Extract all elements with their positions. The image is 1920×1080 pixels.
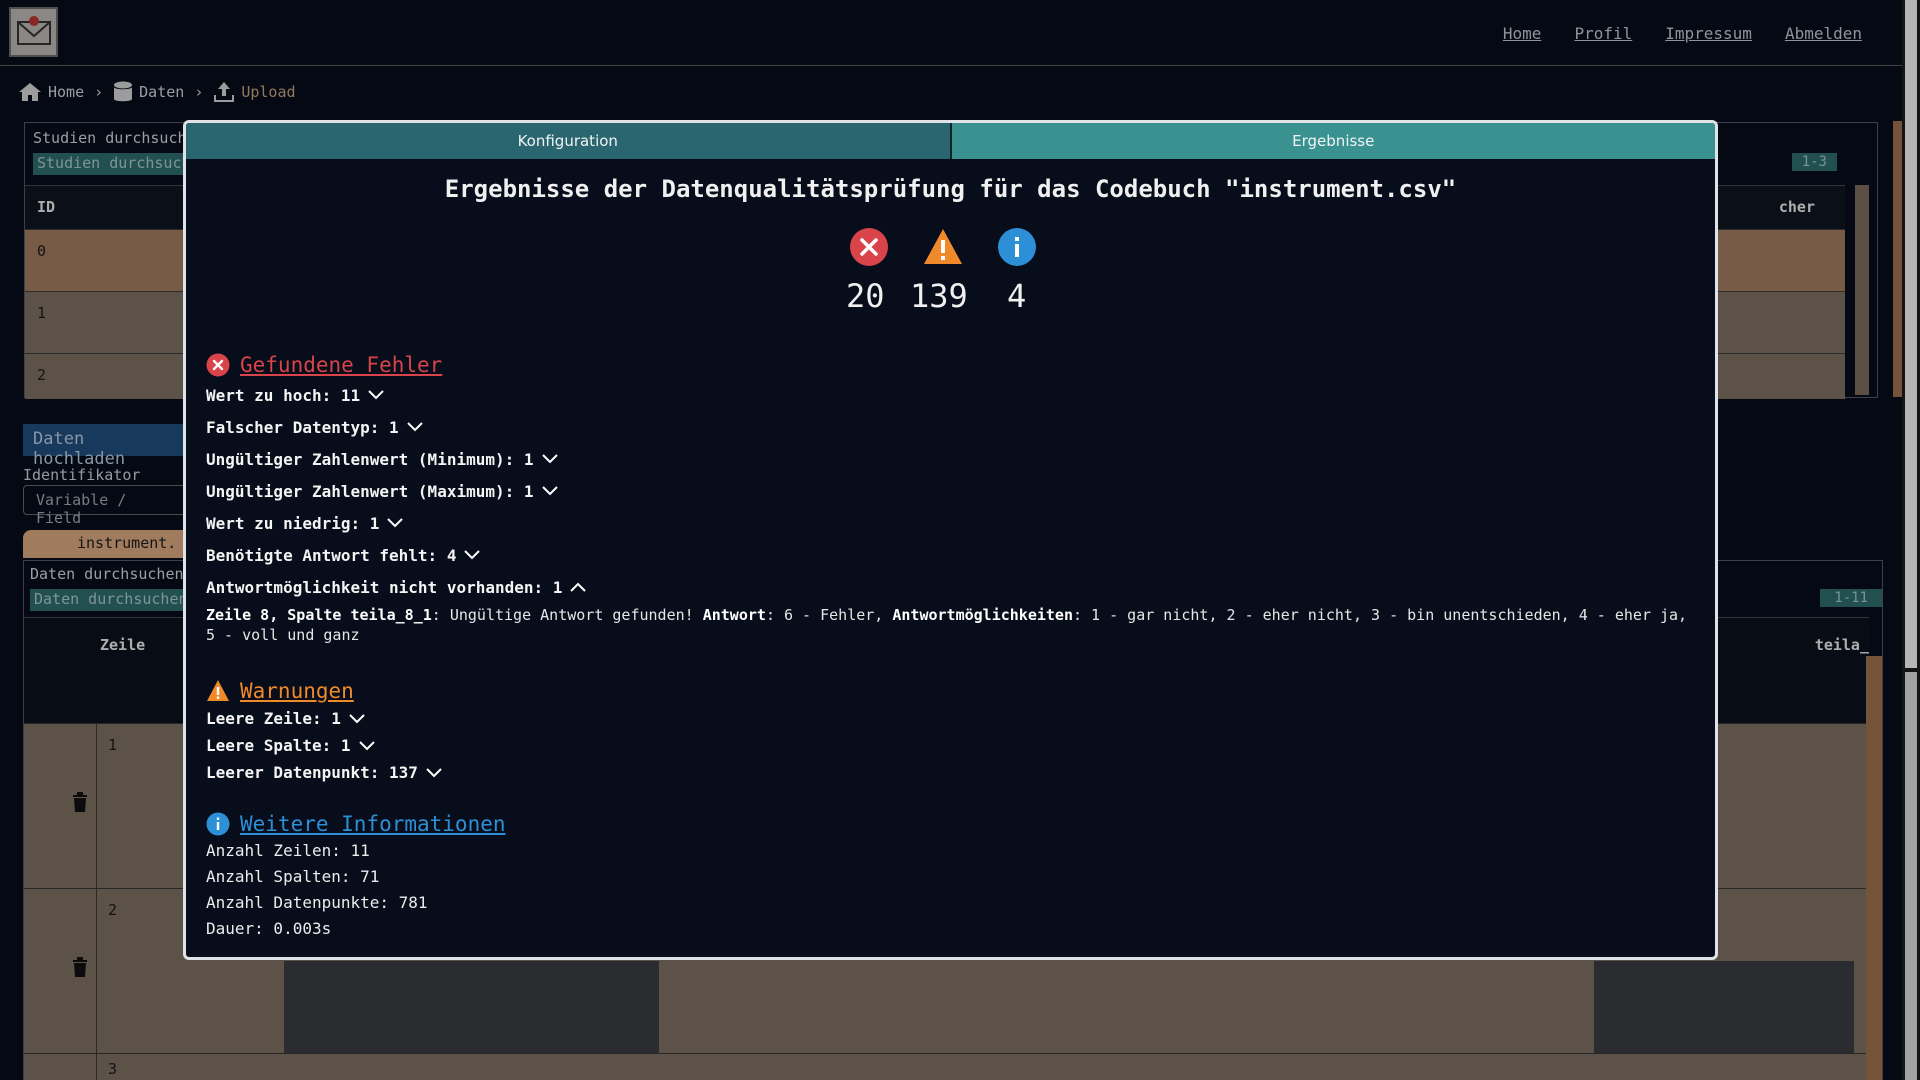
error-detail-options-label: Antwortmöglichkeiten — [892, 606, 1073, 624]
error-item[interactable]: Wert zu hoch: 11 — [206, 379, 1696, 411]
error-detail-location: Zeile 8, Spalte teila_8_1 — [206, 606, 432, 624]
errors-header: Gefundene Fehler — [206, 351, 1696, 379]
warning-item-label: Leerer Datenpunkt: 137 — [206, 763, 418, 782]
warnings-section: Warnungen Leere Zeile: 1 Leere Spalte: 1… — [206, 677, 442, 786]
error-item-label: Wert zu hoch: 11 — [206, 385, 361, 405]
error-circle-icon — [206, 353, 230, 377]
info-circle-icon — [206, 812, 230, 836]
error-detail-answer-label: Antwort — [702, 606, 766, 624]
info-circle-icon — [998, 228, 1036, 266]
modal-title: Ergebnisse der Datenqualitätsprüfung für… — [444, 175, 1457, 203]
error-item[interactable]: Wert zu niedrig: 1 — [206, 507, 1696, 539]
chevron-down-icon — [464, 550, 481, 560]
error-circle-icon — [850, 228, 888, 266]
warnings-header: Warnungen — [206, 677, 442, 705]
summary-counts: 20 139 4 — [846, 227, 1049, 317]
info-section: Weitere Informationen Anzahl Zeilen: 11 … — [206, 810, 506, 942]
chevron-down-icon — [349, 713, 365, 723]
errors-section-title[interactable]: Gefundene Fehler — [240, 353, 442, 377]
warning-item-label: Leere Zeile: 1 — [206, 709, 341, 728]
error-item[interactable]: Ungültiger Zahlenwert (Minimum): 1 — [206, 443, 1696, 475]
chevron-down-icon — [387, 518, 404, 528]
results-modal: Konfiguration Ergebnisse Ergebnisse der … — [183, 120, 1718, 960]
warning-item[interactable]: Leere Spalte: 1 — [206, 732, 442, 759]
chevron-down-icon — [368, 390, 384, 400]
warning-item-label: Leere Spalte: 1 — [206, 736, 351, 755]
chevron-down-icon — [358, 740, 375, 750]
error-item-label: Falscher Datentyp: 1 — [206, 417, 399, 437]
error-count: 20 — [846, 277, 885, 315]
warnings-section-title[interactable]: Warnungen — [240, 679, 354, 703]
tab-results[interactable]: Ergebnisse — [951, 123, 1715, 159]
warning-triangle-icon — [207, 680, 229, 701]
modal-tabs: Konfiguration Ergebnisse — [186, 123, 1715, 159]
error-detail: Zeile 8, Spalte teila_8_1: Ungültige Ant… — [206, 605, 1696, 645]
warning-item[interactable]: Leere Zeile: 1 — [206, 705, 442, 732]
info-row-count: Anzahl Zeilen: 11 — [206, 841, 370, 860]
error-item-label: Wert zu niedrig: 1 — [206, 513, 380, 533]
error-item-label: Benötigte Antwort fehlt: 4 — [206, 545, 457, 565]
chevron-down-icon — [406, 422, 423, 432]
info-header: Weitere Informationen — [206, 810, 506, 838]
error-item-label: Antwortmöglichkeit nicht vorhanden: 1 — [206, 577, 563, 597]
warning-count: 139 — [910, 277, 968, 315]
error-detail-message: : Ungültige Antwort gefunden! — [431, 606, 703, 624]
info-column-count: Anzahl Spalten: 71 — [206, 867, 380, 886]
chevron-down-icon — [541, 486, 558, 496]
info-duration: Dauer: 0.003s — [206, 919, 332, 938]
error-item-label: Ungültiger Zahlenwert (Maximum): 1 — [206, 481, 534, 501]
warning-triangle-icon — [924, 229, 962, 264]
chevron-up-icon — [570, 582, 587, 592]
warning-item[interactable]: Leerer Datenpunkt: 137 — [206, 759, 442, 786]
error-item[interactable]: Ungültiger Zahlenwert (Maximum): 1 — [206, 475, 1696, 507]
chevron-down-icon — [426, 767, 442, 777]
errors-section: Gefundene Fehler Wert zu hoch: 11 Falsch… — [206, 351, 1696, 645]
tab-configuration[interactable]: Konfiguration — [186, 123, 952, 159]
info-count: 4 — [1007, 277, 1027, 315]
error-item-expanded[interactable]: Antwortmöglichkeit nicht vorhanden: 1 — [206, 571, 1696, 603]
chevron-down-icon — [541, 454, 558, 464]
error-item-label: Ungültiger Zahlenwert (Minimum): 1 — [206, 449, 534, 469]
info-section-title[interactable]: Weitere Informationen — [240, 812, 506, 836]
error-item[interactable]: Benötigte Antwort fehlt: 4 — [206, 539, 1696, 571]
error-item[interactable]: Falscher Datentyp: 1 — [206, 411, 1696, 443]
error-detail-answer-value: : 6 - Fehler, — [765, 606, 893, 624]
info-datapoint-count: Anzahl Datenpunkte: 781 — [206, 893, 428, 912]
